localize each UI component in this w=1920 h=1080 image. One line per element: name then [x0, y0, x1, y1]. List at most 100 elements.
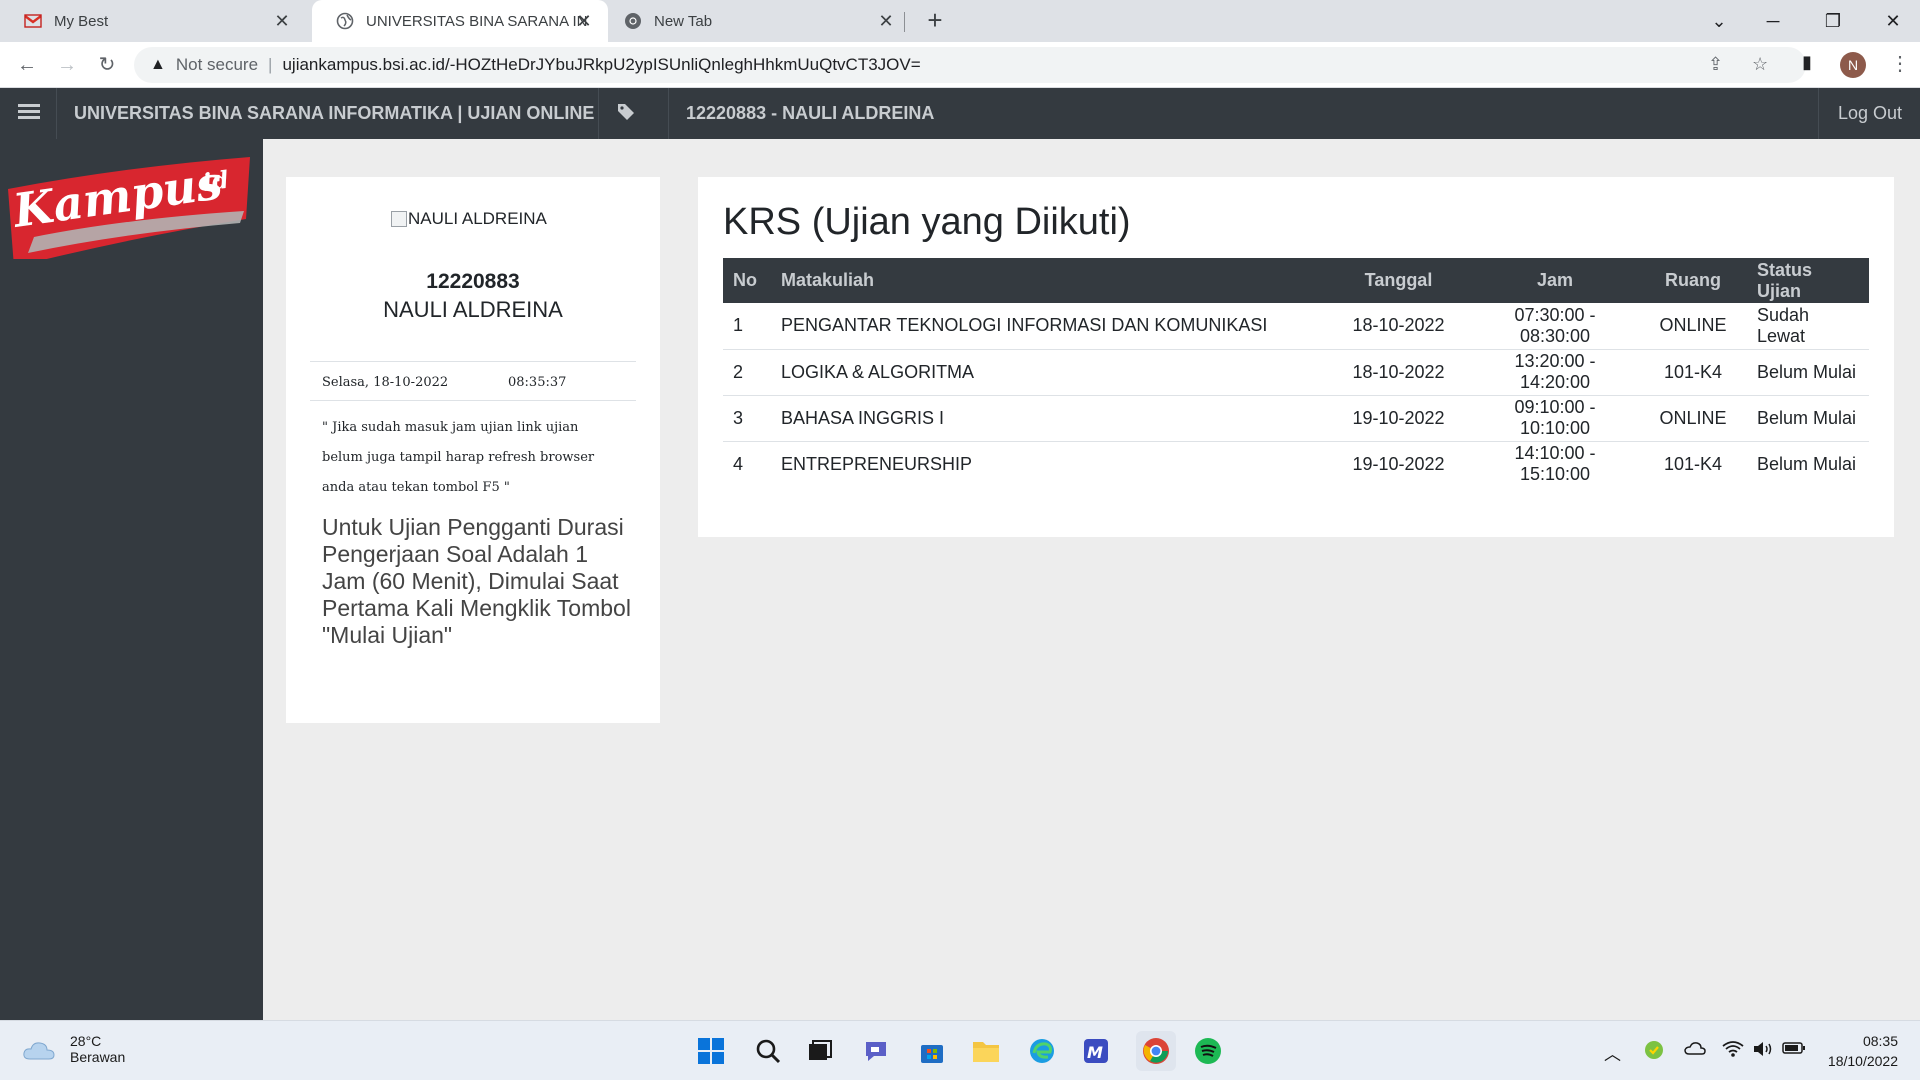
refresh-notice: " Jika sudah masuk jam ujian link ujian … — [322, 420, 595, 495]
tab-separator — [904, 12, 905, 32]
logout-link[interactable]: Log Out — [1838, 103, 1902, 124]
chevron-up-icon[interactable]: ︿ — [1604, 1040, 1621, 1065]
cell-jam: 13:20:00 - 14:20:00 — [1471, 349, 1639, 396]
table-row: 1 PENGANTAR TEKNOLOGI INFORMASI DAN KOMU… — [723, 303, 1869, 350]
security-tray-icon[interactable] — [1644, 1040, 1664, 1065]
profile-avatar[interactable]: N — [1840, 52, 1866, 78]
header-matakuliah: Matakuliah — [771, 258, 1326, 303]
cell-matakuliah: BAHASA INGGRIS I — [771, 395, 1326, 442]
cell-no: 2 — [723, 349, 771, 396]
svg-text:id: id — [201, 165, 231, 197]
store-icon[interactable] — [916, 1035, 948, 1067]
profile-photo: NAULI ALDREINA — [391, 209, 547, 229]
spotify-icon[interactable] — [1192, 1035, 1224, 1067]
table-row: 3 BAHASA INGGRIS I 19-10-2022 09:10:00 -… — [723, 395, 1869, 442]
taskbar-clock[interactable]: 08:35 18/10/2022 — [1818, 1031, 1898, 1071]
cell-matakuliah: ENTREPRENEURSHIP — [781, 453, 973, 474]
url-text[interactable]: ujiankampus.bsi.ac.id/-HOZtHeDrJYbuJRkpU… — [282, 55, 920, 75]
nav-divider — [598, 88, 599, 139]
side-panel-icon[interactable]: ▮ — [1802, 52, 1812, 73]
tab-search-icon[interactable]: ⌄ — [1704, 6, 1734, 36]
cell-tanggal: 18-10-2022 — [1326, 349, 1471, 396]
tab-title: New Tab — [654, 12, 713, 30]
tab-close-icon[interactable]: ✕ — [272, 11, 292, 31]
cell-status: Belum Mulai — [1757, 453, 1857, 474]
hamburger-menu-icon[interactable] — [18, 101, 40, 122]
profile-card: NAULI ALDREINA 12220883 NAULI ALDREINA S… — [286, 177, 660, 723]
krs-title: KRS (Ujian yang Diikuti) — [723, 201, 1131, 243]
tab-close-icon[interactable]: ✕ — [574, 11, 594, 31]
cell-status: Belum Mulai — [1747, 349, 1869, 396]
tab-new-tab[interactable]: New Tab ✕ — [614, 0, 910, 42]
divider — [310, 361, 636, 362]
tag-icon[interactable] — [617, 103, 635, 126]
tab-my-best[interactable]: My Best ✕ — [0, 0, 306, 42]
cloud-icon — [22, 1039, 56, 1060]
weather-widget[interactable]: 28°C Berawan — [22, 1033, 125, 1065]
cell-ruang: 101-K4 — [1663, 453, 1723, 474]
windows-start-icon[interactable] — [695, 1035, 727, 1067]
nav-divider — [668, 88, 669, 139]
table-row: 4 ENTREPRENEURSHIP 19-10-2022 14:10:00 -… — [723, 441, 1869, 487]
photo-alt-text: NAULI ALDREINA — [408, 209, 547, 228]
new-tab-button[interactable]: + — [922, 7, 948, 34]
wifi-icon[interactable] — [1722, 1040, 1744, 1063]
reload-icon[interactable]: ↻ — [92, 50, 122, 80]
sidebar: Kampus id — [0, 139, 263, 1020]
forward-icon[interactable]: → — [52, 50, 82, 80]
cell-tanggal: 18-10-2022 — [1326, 303, 1471, 350]
battery-icon[interactable] — [1782, 1040, 1806, 1060]
restore-icon[interactable]: ❐ — [1818, 6, 1848, 36]
edge-icon[interactable] — [1026, 1035, 1058, 1067]
weather-description: Berawan — [70, 1049, 126, 1065]
tab-ujian-online[interactable]: UNIVERSITAS BINA SARANA INFO ✕ — [312, 0, 608, 42]
menu-kebab-icon[interactable]: ⋮ — [1890, 51, 1910, 76]
current-time: 08:35:37 — [508, 375, 567, 390]
share-icon[interactable]: ⇪ — [1708, 54, 1723, 75]
header-jam: Jam — [1471, 258, 1639, 303]
nav-divider — [56, 88, 57, 139]
bookmark-star-icon[interactable]: ☆ — [1752, 54, 1768, 75]
address-bar[interactable]: ▲ Not secure | ujiankampus.bsi.ac.id/-HO… — [134, 47, 1806, 83]
cell-jam: 09:10:00 - 10:10:00 — [1471, 395, 1639, 442]
chrome-taskbar-icon[interactable] — [1136, 1031, 1176, 1071]
weather-temperature: 28°C — [70, 1033, 102, 1049]
close-window-icon[interactable]: ✕ — [1878, 6, 1908, 36]
cell-no: 4 — [733, 453, 744, 474]
file-explorer-icon[interactable] — [970, 1035, 1002, 1067]
svg-text:M: M — [1087, 1043, 1103, 1062]
duration-notice: Untuk Ujian Pengganti Durasi Pengerjaan … — [322, 514, 631, 648]
cell-tanggal: 19-10-2022 — [1352, 453, 1445, 474]
onedrive-icon[interactable] — [1684, 1040, 1706, 1061]
gmail-icon — [24, 12, 42, 30]
header-no: No — [723, 258, 771, 303]
krs-card: KRS (Ujian yang Diikuti) No Matakuliah T… — [698, 177, 1894, 537]
chrome-icon — [624, 12, 642, 30]
student-name: NAULI ALDREINA — [383, 297, 563, 322]
tab-close-icon[interactable]: ✕ — [876, 11, 896, 31]
student-id: 12220883 — [426, 270, 520, 293]
cell-status: Sudah Lewat — [1747, 303, 1869, 350]
security-label[interactable]: Not secure — [176, 55, 258, 75]
header-tanggal: Tanggal — [1326, 258, 1471, 303]
site-navbar: UNIVERSITAS BINA SARANA INFORMATIKA | UJ… — [0, 88, 1920, 139]
warning-icon[interactable]: ▲ — [150, 56, 166, 74]
volume-icon[interactable] — [1752, 1040, 1774, 1063]
cell-jam: 07:30:00 - 08:30:00 — [1471, 303, 1639, 350]
tab-title: UNIVERSITAS BINA SARANA INFO — [366, 12, 588, 30]
browser-toolbar: ← → ↻ ▲ Not secure | ujiankampus.bsi.ac.… — [0, 42, 1920, 88]
cell-no: 3 — [723, 395, 771, 442]
table-header-row: No Matakuliah Tanggal Jam Ruang Status U… — [723, 258, 1869, 303]
site-brand[interactable]: UNIVERSITAS BINA SARANA INFORMATIKA | UJ… — [74, 103, 594, 124]
chat-icon[interactable] — [860, 1035, 892, 1067]
kampus-id-logo: Kampus id — [4, 149, 254, 267]
math-app-icon[interactable]: M — [1080, 1035, 1112, 1067]
broken-image-icon — [391, 211, 407, 227]
minimize-icon[interactable]: ─ — [1758, 6, 1788, 36]
search-icon[interactable] — [752, 1035, 784, 1067]
task-view-icon[interactable] — [804, 1035, 836, 1067]
nav-divider — [1818, 88, 1819, 139]
header-status: Status Ujian — [1747, 258, 1869, 303]
back-icon[interactable]: ← — [12, 50, 42, 80]
taskbar-date: 18/10/2022 — [1827, 1053, 1898, 1069]
